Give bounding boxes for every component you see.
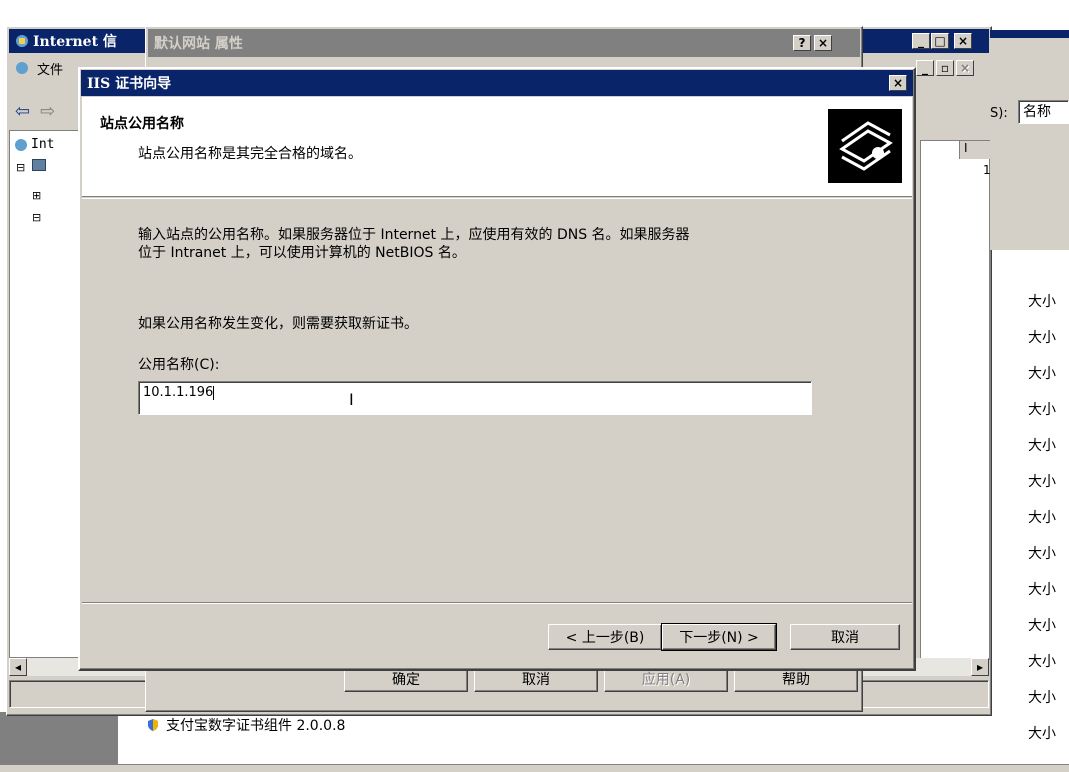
size-label: 大小 — [1028, 510, 1056, 526]
mmc-title: Internet 信 — [33, 34, 117, 50]
iis-icon — [15, 34, 29, 48]
scroll-right-button[interactable]: ▸ — [971, 658, 989, 676]
wizard-header: 站点公用名称 站点公用名称是其完全合格的域名。 — [82, 97, 912, 197]
wizard-paragraph-line2: 位于 Intranet 上，可以使用计算机的 NetBIOS 名。 — [138, 245, 466, 261]
maximize-button[interactable]: □ — [931, 33, 949, 49]
size-label: 大小 — [1028, 402, 1056, 418]
header-divider — [82, 198, 912, 199]
mdi-close-button[interactable]: × — [956, 60, 974, 76]
size-label: 大小 — [1028, 366, 1056, 382]
column-selector[interactable]: 名称 — [1018, 100, 1069, 124]
i-beam-cursor-icon: Ⅰ — [349, 390, 354, 409]
tree-expand-icon[interactable]: ⊟ — [32, 211, 41, 224]
column-header[interactable]: I — [959, 141, 991, 159]
size-label: 大小 — [1028, 330, 1056, 346]
mdi-minimize-button[interactable]: _ — [916, 60, 934, 76]
size-label: 大小 — [1028, 618, 1056, 634]
site-properties-titlebar: 默认网站 属性 — [148, 29, 860, 57]
next-button[interactable]: 下一步(N) > — [661, 623, 777, 651]
size-label: 大小 — [1028, 546, 1056, 562]
tree-expand-icon[interactable]: ⊞ — [32, 189, 41, 202]
wizard-close-button[interactable]: × — [889, 75, 907, 91]
wizard-paragraph-line1: 输入站点的公用名称。如果服务器位于 Internet 上，应使用有效的 DNS … — [138, 227, 690, 243]
minimize-button[interactable]: _ — [912, 33, 930, 49]
size-label: 大小 — [1028, 726, 1056, 742]
wizard-footer-divider — [82, 602, 912, 604]
menu-file[interactable]: 文件 — [37, 59, 63, 78]
certificate-icon — [828, 109, 902, 183]
list-item-alipay[interactable]: 支付宝数字证书组件 2.0.0.8 — [146, 714, 345, 736]
site-properties-title: 默认网站 属性 — [154, 36, 243, 52]
size-label: 大小 — [1028, 294, 1056, 310]
shield-icon — [146, 718, 160, 732]
background-window-area — [990, 38, 1069, 250]
wizard-header-subtitle: 站点公用名称是其完全合格的域名。 — [138, 146, 362, 162]
common-name-input[interactable]: 10.1.1.196 — [138, 381, 812, 415]
scroll-left-button[interactable]: ◂ — [9, 658, 27, 676]
close-button[interactable]: × — [954, 33, 972, 49]
help-caption-button[interactable]: ? — [793, 35, 811, 51]
column-selector-label: S): — [990, 106, 1008, 121]
background-window-titlebar — [990, 30, 1069, 38]
computer-icon — [32, 159, 46, 171]
tree-root[interactable]: Int — [14, 137, 54, 152]
size-label: 大小 — [1028, 582, 1056, 598]
size-label: 大小 — [1028, 474, 1056, 490]
common-name-value: 10.1.1.196 — [143, 385, 214, 400]
panel-left-strip — [0, 712, 118, 772]
back-button[interactable]: < 上一步(B) — [548, 624, 662, 650]
size-column: 大小 大小 大小 大小 大小 大小 大小 大小 大小 大小 大小 大小 大小 — [1028, 284, 1069, 752]
column-cell: 1 — [983, 163, 991, 177]
content-pane: I 1 — [920, 140, 991, 660]
mdi-buttons: _ ▫ × — [916, 60, 982, 78]
tree-pane: Int ⊟ ⊞ ⊟ — [9, 130, 79, 658]
close-caption-button[interactable]: × — [814, 35, 832, 51]
size-label: 大小 — [1028, 690, 1056, 706]
back-arrow-icon[interactable]: ⇦ — [15, 101, 30, 122]
wizard-change-note: 如果公用名称发生变化，则需要获取新证书。 — [138, 316, 418, 332]
common-name-label: 公用名称(C): — [138, 357, 220, 373]
text-cursor — [213, 385, 215, 400]
wizard-title: IIS 证书向导 — [87, 76, 172, 92]
tree-expand-icon[interactable]: ⊟ — [16, 161, 25, 174]
alipay-item-label: 支付宝数字证书组件 2.0.0.8 — [166, 718, 346, 734]
wizard-header-title: 站点公用名称 — [100, 116, 184, 132]
iis-icon — [14, 138, 28, 152]
tree-root-label: Int — [31, 137, 55, 152]
forward-arrow-icon[interactable]: ⇨ — [40, 101, 55, 122]
wizard-titlebar: IIS 证书向导 — [81, 70, 913, 96]
wizard-cancel-button[interactable]: 取消 — [790, 624, 900, 650]
size-label: 大小 — [1028, 438, 1056, 454]
size-label: 大小 — [1028, 654, 1056, 670]
panel-bottom-bar — [0, 764, 1069, 772]
column-selector-value: 名称 — [1023, 104, 1051, 120]
mmc-doc-icon — [15, 61, 29, 75]
mdi-restore-button[interactable]: ▫ — [936, 60, 954, 76]
